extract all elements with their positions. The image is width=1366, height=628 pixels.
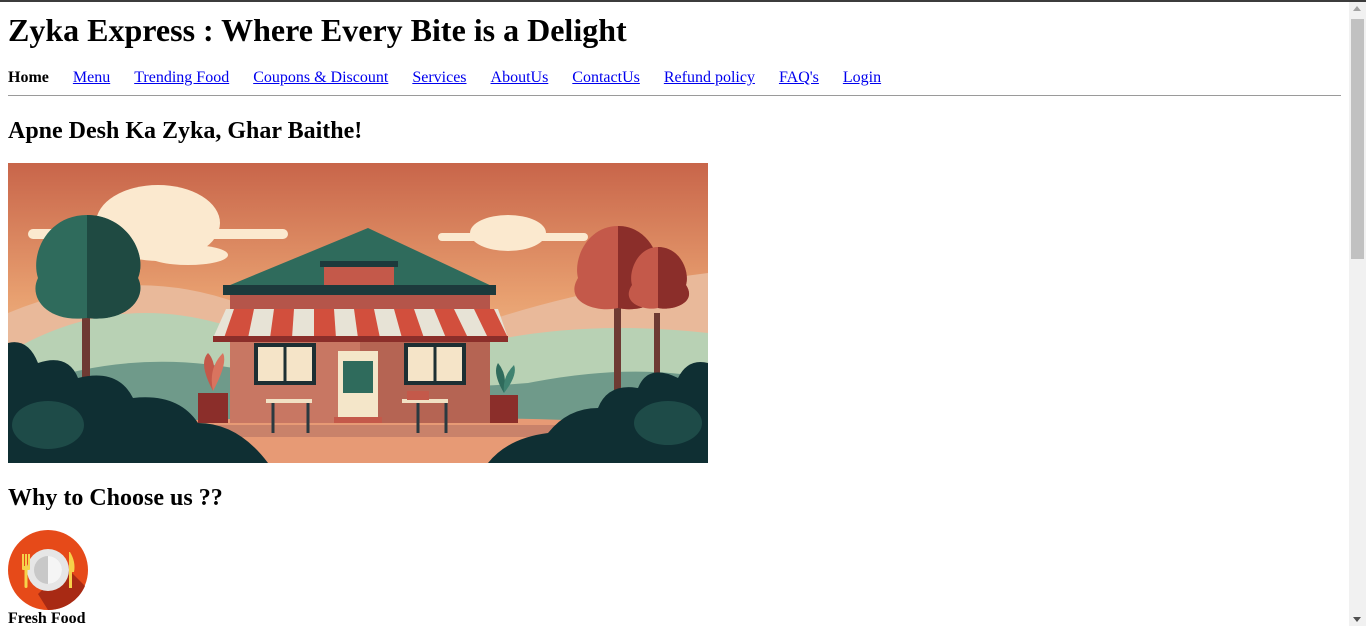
scroll-up-arrow-icon[interactable] bbox=[1353, 6, 1361, 11]
site-title: Zyka Express : Where Every Bite is a Del… bbox=[8, 12, 627, 48]
feature-label: Fresh Food bbox=[8, 610, 86, 627]
why-heading: Why to Choose us ?? bbox=[8, 485, 223, 511]
nav-faq[interactable]: FAQ's bbox=[779, 69, 819, 86]
vertical-scrollbar[interactable] bbox=[1349, 2, 1366, 626]
nav-home[interactable]: Home bbox=[8, 68, 49, 88]
plate-fork-knife-icon bbox=[8, 530, 88, 611]
nav-coupons-discount[interactable]: Coupons & Discount bbox=[253, 69, 388, 86]
scroll-thumb[interactable] bbox=[1351, 19, 1364, 259]
hero-tagline: Apne Desh Ka Zyka, Ghar Baithe! bbox=[8, 118, 363, 144]
restaurant-illustration bbox=[8, 163, 708, 463]
nav-about-us[interactable]: AboutUs bbox=[491, 69, 549, 86]
nav-contact-us[interactable]: ContactUs bbox=[572, 69, 640, 86]
nav-menu[interactable]: Menu bbox=[73, 69, 110, 86]
feature-fresh-food: Fresh Food bbox=[8, 530, 88, 627]
nav-services[interactable]: Services bbox=[412, 69, 466, 86]
nav-trending-food[interactable]: Trending Food bbox=[134, 69, 229, 86]
scroll-down-arrow-icon[interactable] bbox=[1353, 617, 1361, 622]
main-nav: Home Menu Trending Food Coupons & Discou… bbox=[8, 68, 1341, 96]
nav-refund-policy[interactable]: Refund policy bbox=[664, 69, 755, 86]
nav-login[interactable]: Login bbox=[843, 69, 881, 86]
